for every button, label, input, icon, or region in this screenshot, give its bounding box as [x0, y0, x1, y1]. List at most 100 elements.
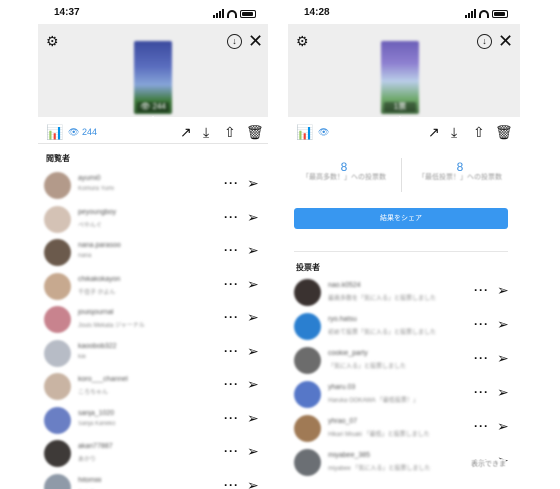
list-item[interactable]: yharu.03 Haruka OOKAWA 「最低投票！」 ··· ➢: [288, 378, 520, 411]
story-thumbnail[interactable]: 👁 244: [134, 41, 172, 114]
send-icon[interactable]: ➢: [247, 377, 259, 391]
avatar[interactable]: [294, 381, 321, 408]
more-icon[interactable]: ···: [224, 378, 239, 390]
send-icon[interactable]: ➢: [247, 411, 259, 425]
trend-icon[interactable]: ↗: [180, 124, 192, 140]
more-icon[interactable]: ···: [224, 445, 239, 457]
more-icon[interactable]: ···: [224, 345, 239, 357]
send-icon[interactable]: ➢: [247, 210, 259, 224]
list-item[interactable]: hitomiiiiひとみ···➢: [38, 471, 268, 489]
username[interactable]: ayumi0: [78, 175, 101, 182]
username[interactable]: cookie_party: [328, 350, 368, 357]
share-results-button[interactable]: 結果をシェア: [294, 208, 508, 229]
send-icon[interactable]: ➢: [247, 277, 259, 291]
wifi-icon: [227, 10, 237, 18]
avatar[interactable]: [44, 239, 71, 266]
send-icon[interactable]: ➢: [247, 243, 259, 257]
list-item[interactable]: chikakokayon 千佳子 かよん ··· ➢: [38, 270, 268, 303]
username[interactable]: hitomiiii: [78, 477, 101, 484]
avatar[interactable]: [44, 373, 71, 400]
more-icon[interactable]: ···: [224, 177, 239, 189]
trend-icon[interactable]: ↗: [428, 124, 440, 140]
share-icon[interactable]: ⇧: [473, 124, 485, 140]
list-item[interactable]: yhrao_07 Hikari Misaki 「最低」と投票しました ··· ➢: [288, 412, 520, 445]
avatar[interactable]: [294, 279, 321, 306]
list-item[interactable]: ayumi0 Komura Yumi ··· ➢: [38, 169, 268, 202]
send-icon[interactable]: ➢: [247, 344, 259, 358]
list-item[interactable]: nana.parasoo nana ··· ➢: [38, 236, 268, 269]
avatar[interactable]: [44, 172, 71, 199]
more-icon[interactable]: ···: [224, 479, 239, 489]
insights-icon[interactable]: 📊: [46, 124, 63, 140]
send-icon[interactable]: ➢: [247, 478, 259, 489]
avatar[interactable]: [44, 473, 71, 489]
avatar[interactable]: [44, 339, 71, 367]
gear-icon[interactable]: ⚙: [296, 34, 309, 48]
download-icon[interactable]: ⤓: [451, 124, 457, 140]
more-icon[interactable]: ···: [224, 412, 239, 424]
download-circle-icon[interactable]: ↓: [227, 34, 242, 49]
send-icon[interactable]: ➢: [497, 419, 509, 433]
share-icon[interactable]: ⇧: [224, 124, 236, 140]
username[interactable]: miyabee_385: [328, 452, 370, 459]
avatar[interactable]: [294, 313, 321, 340]
list-item[interactable]: koro___channel ころちゃん ··· ➢: [38, 370, 268, 403]
story-thumbnail[interactable]: 1票: [381, 41, 419, 114]
close-icon[interactable]: ✕: [498, 32, 513, 50]
download-icon[interactable]: ⤓: [203, 124, 209, 140]
send-icon[interactable]: ➢: [497, 385, 509, 399]
username[interactable]: sanja_1020: [78, 410, 114, 417]
username[interactable]: yharu.03: [328, 384, 355, 391]
send-icon[interactable]: ➢: [247, 444, 259, 458]
send-icon[interactable]: ➢: [497, 351, 509, 365]
user-subtitle: nana: [78, 253, 92, 259]
username[interactable]: kaoobob322: [78, 343, 117, 350]
list-item[interactable]: akari77887 あかり ··· ➢: [38, 437, 268, 470]
list-item[interactable]: cookie_party 「気に入る」と投票しました ··· ➢: [288, 344, 520, 377]
list-item[interactable]: kaoobob322 kai ··· ➢: [38, 337, 268, 370]
more-icon[interactable]: ···: [474, 386, 489, 398]
download-circle-icon[interactable]: ↓: [477, 34, 492, 49]
username[interactable]: nao.k0524: [328, 282, 361, 289]
username[interactable]: akari77887: [78, 443, 113, 450]
insights-icon[interactable]: 📊: [296, 124, 313, 140]
close-icon[interactable]: ✕: [248, 32, 263, 50]
more-icon[interactable]: ···: [224, 311, 239, 323]
more-icon[interactable]: ···: [224, 244, 239, 256]
username[interactable]: ryo.hatsu: [328, 316, 357, 323]
username[interactable]: yhrao_07: [328, 418, 357, 425]
avatar[interactable]: [44, 440, 71, 467]
avatar[interactable]: [294, 347, 321, 374]
username[interactable]: chikakokayon: [78, 276, 120, 283]
more-icon[interactable]: ···: [474, 284, 489, 296]
list-item[interactable]: nao.k0524 最高多数を「気に入る」と投票しました ··· ➢: [288, 276, 520, 309]
viewers-count[interactable]: 👁 244: [68, 127, 97, 138]
send-icon[interactable]: ➢: [247, 310, 259, 324]
more-icon[interactable]: ···: [474, 352, 489, 364]
list-item[interactable]: sanja_1020 Sanja Kaneko ··· ➢: [38, 404, 268, 437]
gear-icon[interactable]: ⚙: [46, 34, 59, 48]
avatar[interactable]: [44, 272, 71, 300]
more-icon[interactable]: ···: [474, 318, 489, 330]
more-icon[interactable]: ···: [224, 278, 239, 290]
viewers-icon[interactable]: 👁: [318, 127, 329, 138]
avatar[interactable]: [44, 406, 71, 434]
username[interactable]: peyoungboy: [78, 209, 116, 216]
avatar[interactable]: [294, 449, 321, 476]
username[interactable]: nana.parasoo: [78, 242, 121, 249]
send-icon[interactable]: ➢: [497, 317, 509, 331]
avatar[interactable]: [44, 205, 71, 233]
avatar[interactable]: [44, 306, 71, 333]
list-item[interactable]: jouisjournal Jouis Mekata ジャーナル ··· ➢: [38, 303, 268, 336]
send-icon[interactable]: ➢: [497, 283, 509, 297]
more-icon[interactable]: ···: [474, 420, 489, 432]
avatar[interactable]: [294, 415, 321, 442]
trash-icon[interactable]: 🗑: [495, 124, 513, 140]
username[interactable]: koro___channel: [78, 376, 128, 383]
list-item[interactable]: peyoungboy ぺやんぐ ··· ➢: [38, 203, 268, 236]
send-icon[interactable]: ➢: [247, 176, 259, 190]
more-icon[interactable]: ···: [224, 211, 239, 223]
trash-icon[interactable]: 🗑: [246, 124, 264, 140]
list-item[interactable]: ryo.hatsu 初めて投票「気に入る」と投票しました ··· ➢: [288, 310, 520, 343]
username[interactable]: jouisjournal: [78, 309, 113, 316]
